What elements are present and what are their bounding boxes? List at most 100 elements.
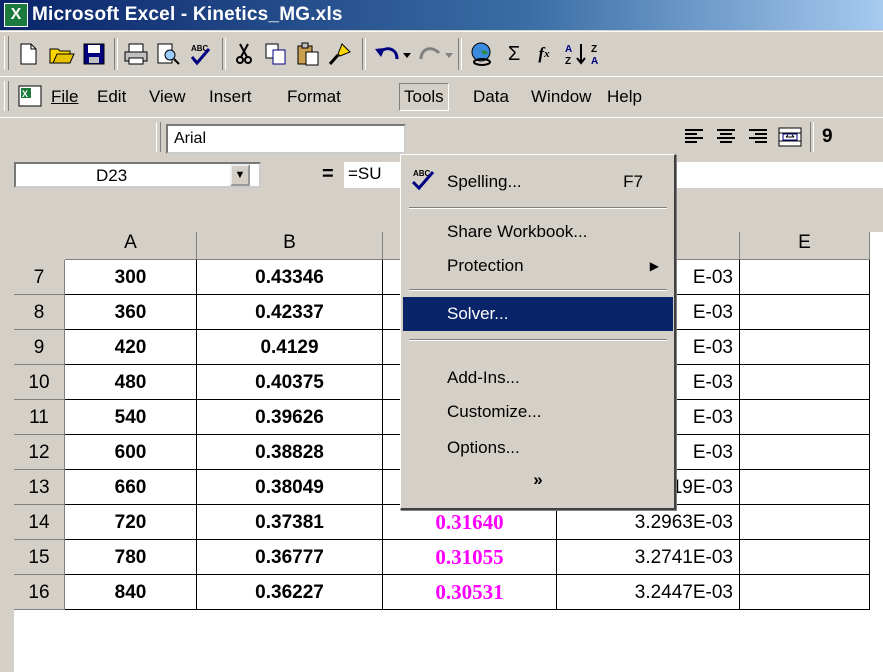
cell-B11[interactable]: 0.39626 [197, 400, 383, 435]
cell-B15[interactable]: 0.36777 [197, 540, 383, 575]
cell-A14[interactable]: 720 [65, 505, 197, 540]
name-box[interactable]: D23 [14, 162, 261, 188]
cell-A9[interactable]: 420 [65, 330, 197, 365]
menu-insert[interactable]: Insert [206, 85, 255, 109]
cell-E8[interactable] [740, 295, 870, 330]
cell-B10[interactable]: 0.40375 [197, 365, 383, 400]
menu-item-share-workbook[interactable]: Share Workbook... [403, 215, 673, 249]
toolbar-grip[interactable] [4, 36, 9, 70]
cell-B14[interactable]: 0.37381 [197, 505, 383, 540]
cell-A7[interactable]: 300 [65, 260, 197, 295]
align-right-icon[interactable] [744, 123, 772, 151]
row-header[interactable]: 16 [14, 575, 65, 610]
cell-B8[interactable]: 0.42337 [197, 295, 383, 330]
cell-A12[interactable]: 600 [65, 435, 197, 470]
print-icon[interactable] [122, 40, 150, 68]
column-header[interactable]: E [740, 232, 870, 260]
currency-icon-fragment[interactable]: 9 [822, 126, 833, 148]
row-header[interactable]: 7 [14, 260, 65, 295]
cell-B16[interactable]: 0.36227 [197, 575, 383, 610]
workbook-icon[interactable]: X [18, 85, 42, 107]
row-header[interactable]: 8 [14, 295, 65, 330]
row-header[interactable]: 11 [14, 400, 65, 435]
menu-item-solver[interactable]: Solver... [403, 297, 673, 331]
autosum-icon[interactable]: Σ [500, 40, 528, 68]
cell-A16[interactable]: 840 [65, 575, 197, 610]
format-painter-icon[interactable] [326, 40, 354, 68]
align-left-icon[interactable] [680, 123, 708, 151]
cell-A10[interactable]: 480 [65, 365, 197, 400]
cell-D16[interactable]: 3.2447E-03 [557, 575, 740, 610]
menu-edit[interactable]: Edit [94, 85, 129, 109]
edit-formula-button[interactable]: = [322, 163, 334, 186]
print-preview-icon[interactable] [154, 40, 182, 68]
cell-E11[interactable] [740, 400, 870, 435]
cell-E12[interactable] [740, 435, 870, 470]
column-header[interactable]: B [197, 232, 383, 260]
menu-item-spelling[interactable]: ABC Spelling... F7 [403, 165, 673, 199]
cell-E13[interactable] [740, 470, 870, 505]
cell-C14[interactable]: 0.31640 [383, 505, 557, 540]
cell-B7[interactable]: 0.43346 [197, 260, 383, 295]
spelling-icon[interactable]: ABC [186, 40, 214, 68]
cell-B12[interactable]: 0.38828 [197, 435, 383, 470]
font-name-combo[interactable]: Arial [166, 124, 406, 154]
excel-app-icon[interactable]: X [4, 3, 28, 27]
row-header[interactable]: 10 [14, 365, 65, 400]
formatting-grip[interactable] [156, 122, 161, 152]
cell-E15[interactable] [740, 540, 870, 575]
cell-D14[interactable]: 3.2963E-03 [557, 505, 740, 540]
chevron-down-icon[interactable]: ▼ [230, 164, 250, 186]
font-name-value: Arial [174, 130, 207, 147]
cell-B13[interactable]: 0.38049 [197, 470, 383, 505]
menu-item-add-ins[interactable]: Add-Ins... [403, 361, 673, 395]
cell-E9[interactable] [740, 330, 870, 365]
menu-format[interactable]: Format [284, 85, 344, 109]
title-bar[interactable]: X Microsoft Excel - Kinetics_MG.xls [0, 0, 883, 30]
cell-E14[interactable] [740, 505, 870, 540]
row-header[interactable]: 13 [14, 470, 65, 505]
cell-E16[interactable] [740, 575, 870, 610]
menu-item-protection[interactable]: Protection ▶ [403, 249, 673, 283]
merge-center-icon[interactable] [776, 123, 804, 151]
menu-tools[interactable]: Tools [399, 83, 449, 111]
cell-B9[interactable]: 0.4129 [197, 330, 383, 365]
menubar-grip[interactable] [4, 81, 9, 111]
cell-D15[interactable]: 3.2741E-03 [557, 540, 740, 575]
cell-C15[interactable]: 0.31055 [383, 540, 557, 575]
menu-expand-chevron-icon[interactable]: » [403, 463, 673, 497]
row-header[interactable]: 15 [14, 540, 65, 575]
cell-A8[interactable]: 360 [65, 295, 197, 330]
redo-icon[interactable] [414, 40, 454, 68]
new-icon[interactable] [14, 40, 42, 68]
row-header[interactable]: 14 [14, 505, 65, 540]
menu-file[interactable]: File [48, 85, 81, 109]
cell-A15[interactable]: 780 [65, 540, 197, 575]
hyperlink-icon[interactable] [468, 40, 496, 68]
sort-ascending-icon[interactable]: AZ [562, 40, 590, 68]
cell-C16[interactable]: 0.30531 [383, 575, 557, 610]
menu-data[interactable]: Data [470, 85, 512, 109]
align-center-icon[interactable] [712, 123, 740, 151]
sort-descending-icon[interactable]: ZA [590, 40, 612, 68]
cell-A11[interactable]: 540 [65, 400, 197, 435]
column-header[interactable]: A [65, 232, 197, 260]
function-icon[interactable]: fx [530, 40, 558, 68]
undo-icon[interactable] [372, 40, 412, 68]
paste-icon[interactable] [294, 40, 322, 68]
row-header[interactable]: 9 [14, 330, 65, 365]
cell-E10[interactable] [740, 365, 870, 400]
row-header[interactable]: 12 [14, 435, 65, 470]
menu-item-options[interactable]: Options... [403, 431, 673, 465]
cell-E7[interactable] [740, 260, 870, 295]
copy-icon[interactable] [262, 40, 290, 68]
menu-help[interactable]: Help [604, 85, 645, 109]
open-icon[interactable] [48, 40, 76, 68]
save-icon[interactable] [80, 40, 108, 68]
cut-icon[interactable] [230, 40, 258, 68]
menu-tools-label: Tools [404, 87, 444, 106]
menu-item-customize[interactable]: Customize... [403, 395, 673, 429]
menu-view[interactable]: View [146, 85, 189, 109]
menu-window[interactable]: Window [528, 85, 594, 109]
cell-A13[interactable]: 660 [65, 470, 197, 505]
